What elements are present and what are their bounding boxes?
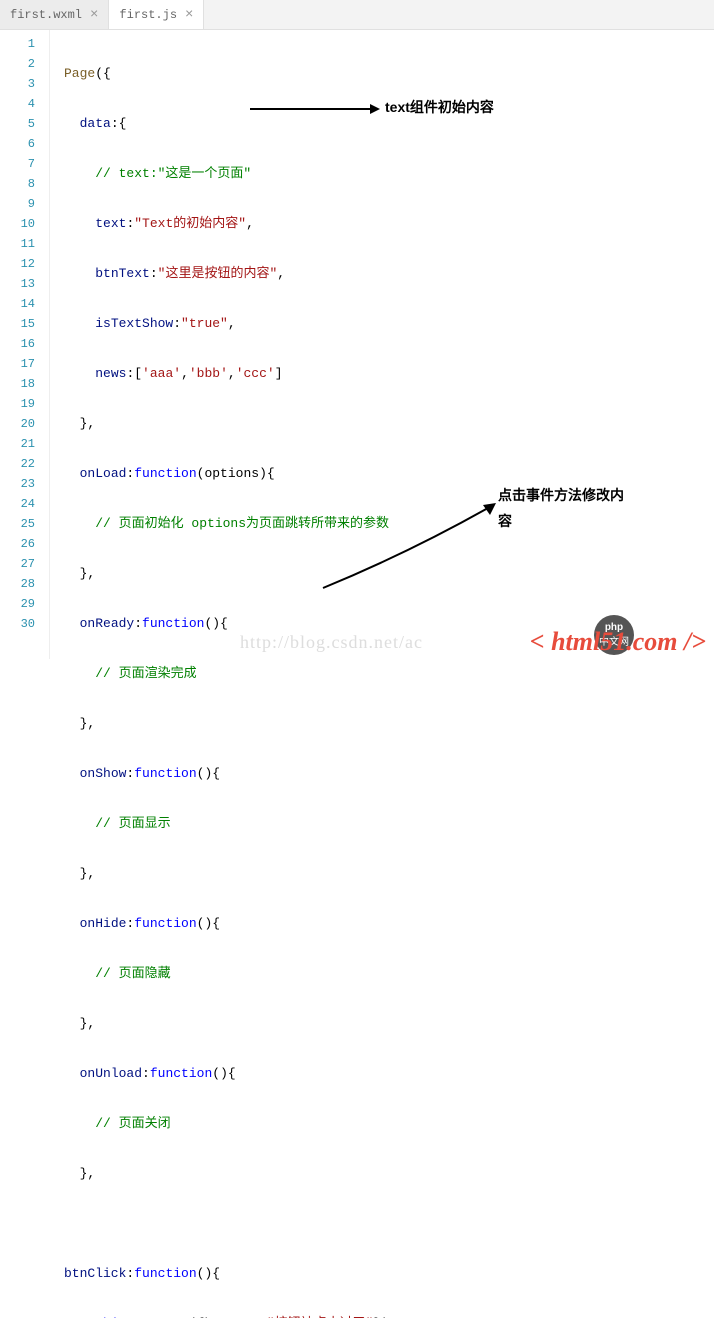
code-area[interactable]: Page({ data:{ // text:"这是一个页面" text:"Tex…	[50, 30, 714, 659]
line-number: 5	[0, 114, 49, 134]
line-number: 26	[0, 534, 49, 554]
line-number: 11	[0, 234, 49, 254]
line-number: 12	[0, 254, 49, 274]
line-number: 7	[0, 154, 49, 174]
line-number: 24	[0, 494, 49, 514]
line-number: 1	[0, 34, 49, 54]
code-line: this.setData({btnText:"按钮被点击过了"})	[64, 1314, 714, 1318]
line-number: 2	[0, 54, 49, 74]
code-line: btnClick:function(){	[64, 1264, 714, 1284]
watermark-text: http://blog.csdn.net/ac	[240, 632, 423, 653]
line-number: 4	[0, 94, 49, 114]
line-number: 3	[0, 74, 49, 94]
code-line: onHide:function(){	[64, 914, 714, 934]
code-line: // 页面隐藏	[64, 964, 714, 984]
line-number: 18	[0, 374, 49, 394]
code-line: // 页面关闭	[64, 1114, 714, 1134]
line-number: 22	[0, 454, 49, 474]
code-line: },	[64, 1164, 714, 1184]
line-number: 14	[0, 294, 49, 314]
code-line: data:{	[64, 114, 714, 134]
code-line: onUnload:function(){	[64, 1064, 714, 1084]
line-number: 19	[0, 394, 49, 414]
annotation-1: text组件初始内容	[385, 97, 494, 117]
code-line: onLoad:function(options){	[64, 464, 714, 484]
line-number: 20	[0, 414, 49, 434]
line-number: 25	[0, 514, 49, 534]
line-number: 17	[0, 354, 49, 374]
code-line: },	[64, 414, 714, 434]
code-line: isTextShow:"true",	[64, 314, 714, 334]
line-number: 29	[0, 594, 49, 614]
tab-first-wxml[interactable]: first.wxml ×	[0, 0, 109, 29]
code-line: },	[64, 864, 714, 884]
code-line: // 页面渲染完成	[64, 664, 714, 684]
tab-bar: first.wxml × first.js ×	[0, 0, 714, 30]
code-line: },	[64, 564, 714, 584]
line-number: 27	[0, 554, 49, 574]
code-line: text:"Text的初始内容",	[64, 214, 714, 234]
code-line: // 页面显示	[64, 814, 714, 834]
line-number: 15	[0, 314, 49, 334]
line-number: 28	[0, 574, 49, 594]
code-line: },	[64, 1014, 714, 1034]
code-line: // text:"这是一个页面"	[64, 164, 714, 184]
close-icon[interactable]: ×	[185, 7, 193, 23]
line-number: 23	[0, 474, 49, 494]
line-number: 30	[0, 614, 49, 634]
code-line: btnText:"这里是按钮的内容",	[64, 264, 714, 284]
line-number: 21	[0, 434, 49, 454]
line-gutter: 1 2 3 4 5 6 7 8 9 10 11 12 13 14 15 16 1…	[0, 30, 50, 659]
code-line	[64, 1214, 714, 1234]
code-line: Page({	[64, 64, 714, 84]
editor-area[interactable]: 1 2 3 4 5 6 7 8 9 10 11 12 13 14 15 16 1…	[0, 30, 714, 659]
line-number: 13	[0, 274, 49, 294]
code-line: news:['aaa','bbb','ccc']	[64, 364, 714, 384]
code-line: onShow:function(){	[64, 764, 714, 784]
line-number: 16	[0, 334, 49, 354]
close-icon[interactable]: ×	[90, 7, 98, 23]
logo-text: < html51.com />	[530, 627, 706, 657]
tab-first-js[interactable]: first.js ×	[109, 0, 204, 29]
tab-label: first.wxml	[10, 8, 82, 22]
line-number: 8	[0, 174, 49, 194]
tab-label: first.js	[119, 8, 177, 22]
line-number: 9	[0, 194, 49, 214]
line-number: 10	[0, 214, 49, 234]
annotation-2: 点击事件方法修改内 容	[498, 482, 624, 534]
code-line: },	[64, 714, 714, 734]
line-number: 6	[0, 134, 49, 154]
